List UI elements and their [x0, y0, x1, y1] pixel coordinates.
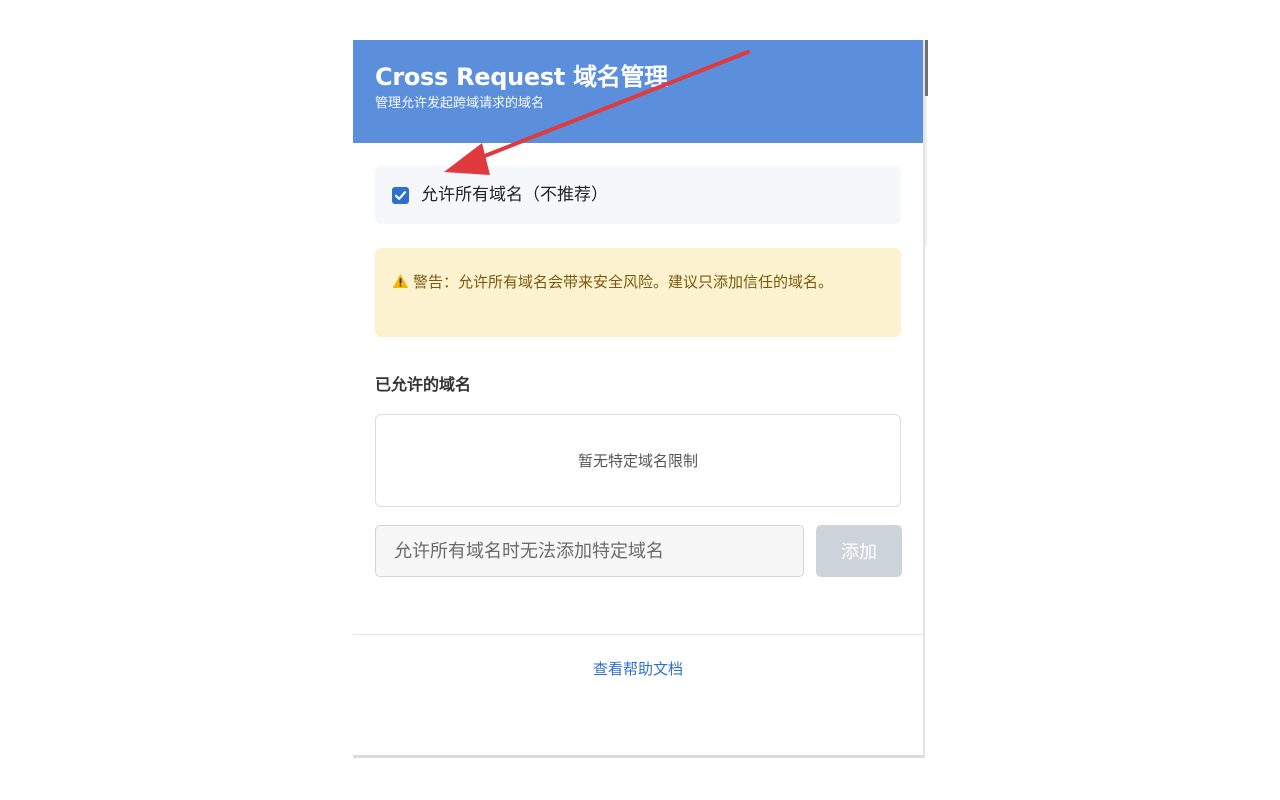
warning-text: 警告：允许所有域名会带来安全风险。建议只添加信任的域名。 — [413, 273, 834, 291]
popup-subtitle: 管理允许发起跨域请求的域名 — [375, 96, 545, 111]
security-warning: 警告：允许所有域名会带来安全风险。建议只添加信任的域名。 — [375, 248, 901, 337]
allowed-domains-list: 暂无特定域名限制 — [375, 414, 901, 507]
footer-divider — [353, 634, 923, 635]
add-domain-button[interactable]: 添加 — [816, 525, 902, 577]
allow-all-domains-option[interactable]: 允许所有域名（不推荐） — [375, 166, 901, 224]
popup-header: Cross Request 域名管理 管理允许发起跨域请求的域名 — [353, 40, 923, 143]
warning-icon — [392, 269, 409, 299]
empty-list-message: 暂无特定域名限制 — [577, 452, 698, 470]
allowed-domains-heading: 已允许的域名 — [375, 375, 472, 394]
help-docs-link[interactable]: 查看帮助文档 — [353, 659, 923, 679]
popup-title: Cross Request 域名管理 — [375, 63, 668, 91]
allow-all-label[interactable]: 允许所有域名（不推荐） — [421, 184, 608, 206]
allow-all-checkbox[interactable] — [392, 186, 409, 204]
scrollbar-track — [925, 96, 927, 246]
domain-input[interactable] — [375, 525, 804, 577]
scrollbar-thumb[interactable] — [925, 40, 928, 96]
checkmark-icon — [394, 190, 407, 200]
cross-request-popup: Cross Request 域名管理 管理允许发起跨域请求的域名 允许所有域名（… — [353, 40, 925, 758]
